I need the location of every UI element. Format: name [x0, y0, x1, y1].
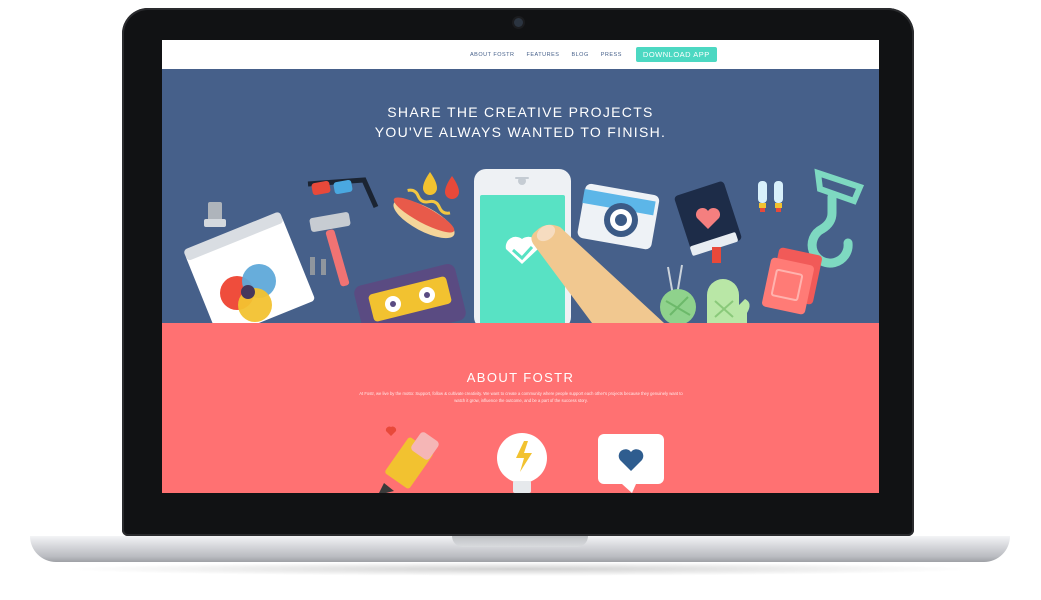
3d-glasses-icon: [307, 177, 379, 209]
nav-link-blog[interactable]: BLOG: [565, 52, 594, 58]
laptop-screen: ABOUT FOSTR FEATURES BLOG PRESS DOWNLOAD…: [162, 40, 879, 493]
hero-illustration: [184, 168, 865, 323]
speech-bubble-heart-icon: [598, 434, 664, 493]
book-icon: [674, 181, 742, 263]
nav-link-about[interactable]: ABOUT FOSTR: [464, 52, 521, 58]
nav-link-press[interactable]: PRESS: [595, 52, 628, 58]
about-section: ABOUT FOSTR At Fostr, we live by the mot…: [162, 323, 879, 493]
camera-icon: [577, 183, 660, 250]
hero-section: SHARE THE CREATIVE PROJECTS YOU'VE ALWAY…: [162, 69, 879, 323]
cassette-icon: [354, 263, 466, 323]
red-drop-icon: [445, 176, 459, 199]
laptop-notch: [452, 536, 588, 547]
crane-hook-icon: [807, 168, 865, 268]
nav-links: ABOUT FOSTR FEATURES BLOG PRESS DOWNLOAD…: [464, 40, 717, 69]
yellow-drop-icon: [423, 172, 437, 195]
tickets-icon: [762, 247, 822, 315]
webcam-icon: [514, 18, 523, 27]
yarn-ball-icon: [660, 264, 696, 323]
nav-link-features[interactable]: FEATURES: [521, 52, 566, 58]
spray-can-icon: [184, 202, 315, 323]
lightbulb-icon: [497, 433, 547, 493]
hammer-icon: [309, 212, 351, 287]
pencil-heart-icon: [379, 426, 439, 493]
test-tubes-icon: [758, 181, 783, 212]
laptop-shadow: [60, 562, 980, 576]
top-navigation: ABOUT FOSTR FEATURES BLOG PRESS DOWNLOAD…: [162, 40, 879, 69]
about-icons: [379, 426, 664, 493]
mitten-icon: [707, 279, 750, 323]
download-app-button[interactable]: DOWNLOAD APP: [635, 47, 717, 62]
